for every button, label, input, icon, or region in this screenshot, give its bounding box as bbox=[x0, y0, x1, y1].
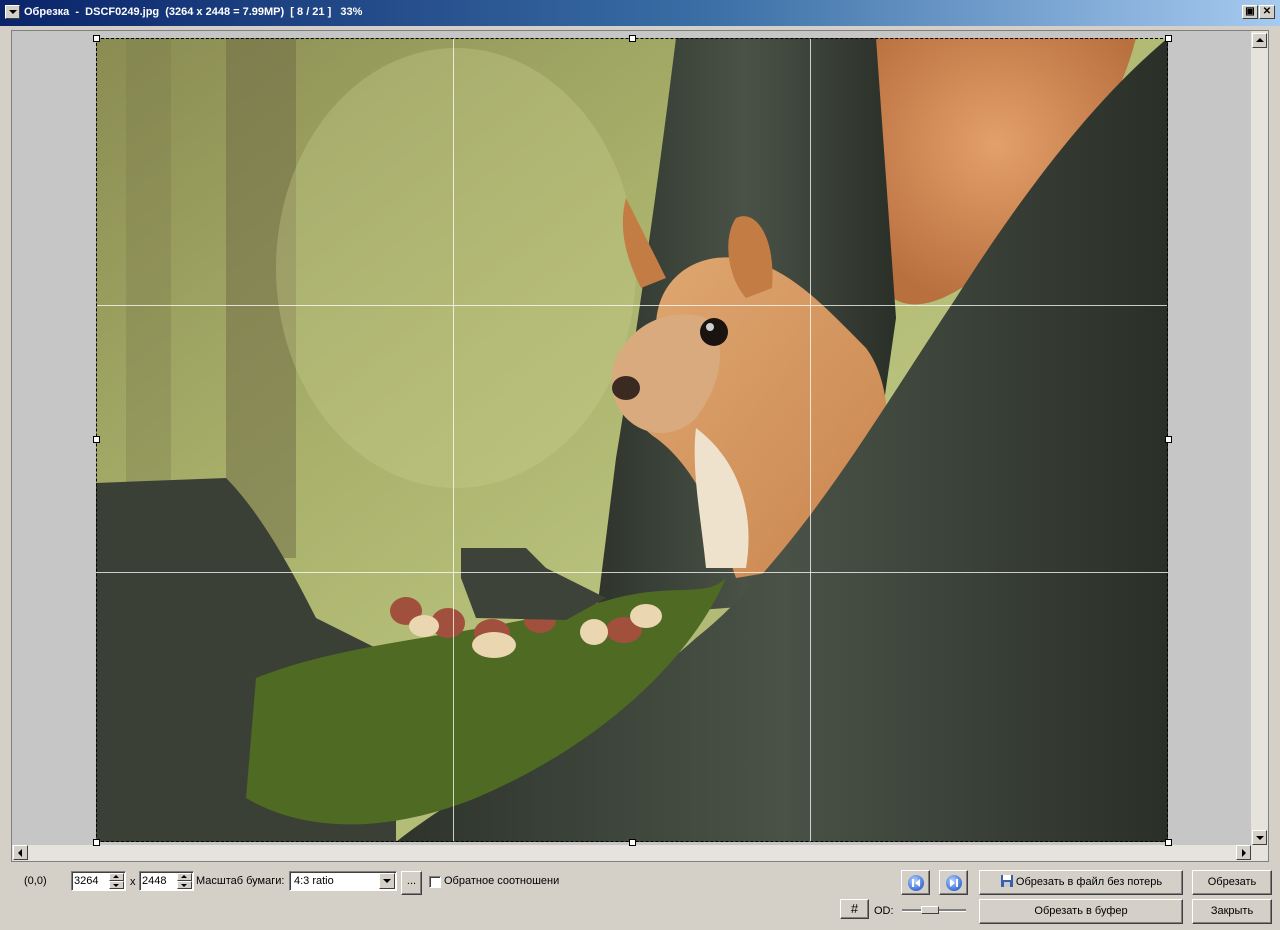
cursor-coordinates: (0,0) bbox=[24, 875, 47, 887]
crop-handle-top-left[interactable] bbox=[93, 35, 100, 42]
previous-image-button[interactable] bbox=[901, 870, 930, 895]
grid-line-vertical bbox=[810, 38, 811, 842]
width-decrement-button[interactable] bbox=[109, 881, 124, 889]
crop-to-file-lossless-button[interactable]: Обрезать в файл без потерь bbox=[979, 870, 1183, 895]
grid-line-vertical bbox=[453, 38, 454, 842]
vertical-scrollbar[interactable] bbox=[1251, 31, 1268, 861]
od-slider-thumb[interactable] bbox=[921, 906, 939, 914]
width-input[interactable] bbox=[74, 874, 110, 888]
next-icon bbox=[946, 875, 962, 891]
scroll-left-button[interactable] bbox=[13, 845, 28, 860]
crop-handle-bottom-right[interactable] bbox=[1165, 839, 1172, 846]
window-title: Обрезка - DSCF0249.jpg (3264 x 2448 = 7.… bbox=[24, 6, 363, 18]
height-decrement-button[interactable] bbox=[177, 881, 192, 889]
horizontal-scrollbar[interactable] bbox=[12, 845, 1252, 861]
grid-line-horizontal bbox=[96, 305, 1168, 306]
previous-icon bbox=[908, 875, 924, 891]
inverse-ratio-checkbox[interactable] bbox=[429, 876, 441, 888]
crop-handle-top[interactable] bbox=[629, 35, 636, 42]
crop-to-file-lossless-label: Обрезать в файл без потерь bbox=[1015, 876, 1163, 888]
title-bar[interactable]: Обрезка - DSCF0249.jpg (3264 x 2448 = 7.… bbox=[0, 0, 1280, 26]
scroll-up-button[interactable] bbox=[1252, 33, 1267, 48]
grid-toggle-button[interactable]: # bbox=[840, 899, 869, 919]
crop-button[interactable]: Обрезать bbox=[1192, 870, 1272, 895]
scroll-right-button[interactable] bbox=[1236, 845, 1251, 860]
ratio-more-button[interactable]: ... bbox=[401, 871, 422, 895]
dropdown-arrow-icon[interactable] bbox=[379, 873, 395, 889]
close-button[interactable]: Закрыть bbox=[1192, 899, 1272, 924]
next-image-button[interactable] bbox=[939, 870, 968, 895]
height-stepper[interactable] bbox=[139, 871, 194, 891]
crop-handle-bottom[interactable] bbox=[629, 839, 636, 846]
height-input[interactable] bbox=[142, 874, 178, 888]
scroll-down-button[interactable] bbox=[1252, 830, 1267, 845]
ratio-dropdown[interactable]: 4:3 ratio bbox=[289, 871, 397, 891]
ratio-selected-value: 4:3 ratio bbox=[294, 875, 334, 887]
crop-handle-right[interactable] bbox=[1165, 436, 1172, 443]
photo-squirrel bbox=[96, 38, 1168, 842]
times-label: x bbox=[130, 876, 136, 888]
paper-scale-label: Масштаб бумаги: bbox=[196, 875, 285, 887]
crop-handle-bottom-left[interactable] bbox=[93, 839, 100, 846]
save-icon bbox=[1000, 875, 1013, 887]
width-increment-button[interactable] bbox=[109, 873, 124, 881]
crop-handle-top-right[interactable] bbox=[1165, 35, 1172, 42]
od-label: OD: bbox=[874, 905, 894, 917]
height-increment-button[interactable] bbox=[177, 873, 192, 881]
system-menu-icon[interactable] bbox=[5, 5, 20, 19]
crop-to-clipboard-button[interactable]: Обрезать в буфер bbox=[979, 899, 1183, 924]
inverse-ratio-label: Обратное соотношени bbox=[444, 875, 560, 887]
grid-line-horizontal bbox=[96, 572, 1168, 573]
width-stepper[interactable] bbox=[71, 871, 126, 891]
crop-handle-left[interactable] bbox=[93, 436, 100, 443]
close-window-button[interactable]: ✕ bbox=[1259, 5, 1275, 19]
restore-button[interactable]: ▣ bbox=[1242, 5, 1258, 19]
